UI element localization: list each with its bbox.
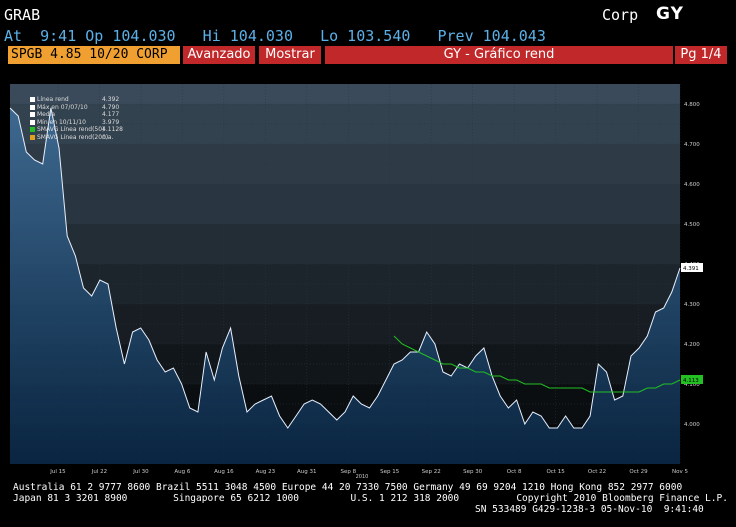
x-tick-label: Oct 8 bbox=[507, 469, 522, 475]
chart-title: GY - Gráfico rend bbox=[325, 46, 673, 64]
x-year-label: 2010 bbox=[356, 474, 369, 478]
ticker-label[interactable]: GRAB bbox=[4, 6, 40, 24]
legend-item: Línea rend 4.392 bbox=[30, 96, 140, 104]
legend-swatch bbox=[30, 134, 35, 140]
x-tick-label: Oct 22 bbox=[588, 469, 606, 475]
y-tick-label: 4.000 bbox=[684, 422, 700, 428]
market-sector-label[interactable]: Corp bbox=[602, 6, 638, 24]
legend-value: 4.177 bbox=[102, 111, 120, 118]
header-bar: GRAB Corp GY bbox=[0, 0, 736, 27]
x-tick-label: Jul 30 bbox=[132, 469, 149, 475]
legend-value: 4.392 bbox=[102, 96, 120, 103]
footer-line-2: Japan 81 3 3201 8900 Singapore 65 6212 1… bbox=[13, 493, 728, 504]
function-code[interactable]: GY bbox=[656, 4, 684, 24]
quote-line: At 9:41 Op 104.030 Hi 104.030 Lo 103.540… bbox=[4, 27, 546, 45]
legend-label: SMAVG Línea rend(200) bbox=[37, 133, 109, 141]
legend-item: Media 4.177 bbox=[30, 111, 140, 119]
ma-value-label: 4.113 bbox=[683, 378, 699, 384]
legend-item: SMAVG Línea rend(50) 4.1128 bbox=[30, 126, 140, 134]
last-value-label: 4.391 bbox=[683, 266, 699, 272]
footer-line-1: Australia 61 2 9777 8600 Brazil 5511 304… bbox=[13, 482, 683, 493]
y-tick-label: 4.600 bbox=[684, 182, 700, 188]
legend-swatch bbox=[30, 97, 35, 102]
legend-value: n.a. bbox=[102, 133, 114, 141]
chart-legend: Línea rend 4.392 Máx en 07/07/10 4.790 Media… bbox=[30, 96, 140, 141]
y-tick-label: 4.500 bbox=[684, 222, 700, 228]
legend-value: 4.790 bbox=[102, 103, 120, 111]
legend-label: Mín en 10/11/10 bbox=[37, 118, 86, 126]
x-tick-label: Sep 8 bbox=[340, 469, 356, 475]
x-tick-label: Oct 29 bbox=[629, 469, 648, 475]
chart-band bbox=[10, 224, 680, 264]
legend-item: Máx en 07/07/10 4.790 bbox=[30, 104, 140, 112]
y-tick-label: 4.200 bbox=[684, 342, 700, 348]
footer-line-3: SN 533489 G429-1238-3 05-Nov-10 9:41:40 bbox=[475, 504, 704, 515]
x-tick-label: Aug 31 bbox=[297, 469, 317, 475]
legend-swatch bbox=[30, 127, 35, 132]
x-tick-label: Sep 15 bbox=[380, 469, 400, 475]
x-tick-label: Aug 16 bbox=[214, 469, 234, 475]
legend-swatch bbox=[30, 104, 35, 110]
show-button[interactable]: Mostrar bbox=[259, 46, 321, 64]
legend-swatch bbox=[30, 119, 35, 125]
legend-swatch bbox=[30, 112, 35, 117]
legend-value: 4.1128 bbox=[102, 126, 123, 133]
advanced-button[interactable]: Avanzado bbox=[183, 46, 255, 64]
x-tick-label: Sep 22 bbox=[422, 469, 441, 475]
footer: Australia 61 2 9777 8600 Brazil 5511 304… bbox=[13, 482, 728, 515]
legend-item: Mín en 10/11/10 3.979 bbox=[30, 119, 140, 127]
legend-item: SMAVG Línea rend(200) n.a. bbox=[30, 134, 140, 142]
x-tick-label: Aug 6 bbox=[174, 469, 190, 475]
legend-label: Línea rend bbox=[37, 96, 69, 103]
x-tick-label: Sep 30 bbox=[463, 469, 483, 475]
y-tick-label: 4.300 bbox=[684, 302, 700, 308]
chart-band bbox=[10, 184, 680, 224]
chart-band bbox=[10, 144, 680, 184]
page-indicator[interactable]: Pg 1/4 bbox=[675, 46, 727, 64]
x-tick-label: Nov 5 bbox=[672, 469, 688, 475]
toolbar: SPGB 4.85 10/20 CORP Avanzado Mostrar GY… bbox=[0, 46, 736, 66]
y-tick-label: 4.800 bbox=[684, 102, 700, 108]
x-tick-label: Oct 15 bbox=[546, 469, 565, 475]
legend-label: Media bbox=[37, 111, 56, 118]
legend-label: SMAVG Línea rend(50) bbox=[37, 126, 105, 133]
security-field[interactable]: SPGB 4.85 10/20 CORP bbox=[8, 46, 180, 64]
y-tick-label: 4.700 bbox=[684, 142, 700, 148]
x-tick-label: Aug 23 bbox=[256, 469, 276, 475]
x-tick-label: Jul 15 bbox=[49, 469, 66, 475]
x-tick-label: Jul 22 bbox=[91, 469, 107, 475]
legend-label: Máx en 07/07/10 bbox=[37, 103, 88, 111]
legend-value: 3.979 bbox=[102, 118, 120, 126]
